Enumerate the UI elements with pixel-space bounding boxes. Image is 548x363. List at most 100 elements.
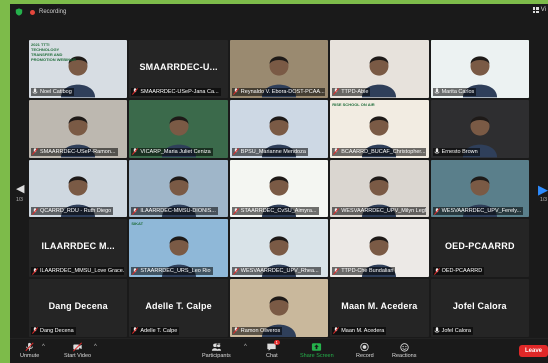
participant-name: Ramon Oliveros (240, 327, 281, 334)
muted-mic-icon (32, 267, 38, 275)
participant-name-tag: BPSU_Marianne Mendoza (231, 147, 308, 156)
muted-mic-icon (132, 267, 139, 275)
muted-mic-icon (333, 207, 340, 215)
page-indicator-left: 1/3 (16, 197, 23, 203)
participant-name-tag: TTPD-Che Bundalian (332, 267, 396, 276)
muted-mic-icon (433, 207, 440, 215)
participant-name: BPSU_Marianne Mendoza (240, 148, 306, 155)
chat-button[interactable]: 1 Chat (266, 340, 280, 359)
participant-tile[interactable]: WESVAARRDEC_UPV_Rhea... (229, 219, 329, 278)
view-button[interactable]: Vi (532, 7, 546, 13)
muted-mic-icon (132, 88, 139, 96)
start-video-label: Start Video (64, 353, 92, 359)
participant-tile[interactable]: WESVAARRDEC_UPV_Ferely... (430, 159, 529, 218)
participants-label: Participants (202, 353, 231, 359)
participant-tile[interactable]: ILAARRDEC M... ILAARRDEC_MMSU_Love Grace.… (29, 219, 128, 278)
participant-tile[interactable]: Ramon Oliveros (229, 279, 329, 337)
record-button[interactable]: Record (356, 342, 374, 359)
reactions-button[interactable]: Reactions (392, 342, 416, 359)
participant-name-tag: STAARRDEC_CvSU_Aimyra... (231, 207, 319, 216)
participant-name-tag: Ramon Oliveros (231, 326, 283, 335)
share-screen-label: Share Screen (300, 353, 334, 359)
participant-tile[interactable]: Adelle T. Calpe Adelle T. Calpe (129, 279, 228, 337)
participant-name-tag: WESVAARRDEC_UPV_Ferely... (432, 207, 524, 216)
participant-name-tag: Marita Carlos (432, 87, 477, 96)
participant-tile[interactable]: SMAARRDEC-U... SMAARRDEC-USeP-Jana Ca... (129, 40, 228, 98)
audio-options-caret-icon[interactable]: ^ (42, 344, 45, 350)
participant-name: Noel Catibog (40, 88, 72, 95)
participant-name-tag: Ernesto Brown (432, 147, 480, 156)
leave-button[interactable]: Leave (518, 345, 548, 357)
participant-tile[interactable]: QCARRD_RDU - Ruth Diego (29, 159, 128, 218)
participant-name-tag: Noel Catibog (31, 87, 74, 96)
video-options-caret-icon[interactable]: ^ (94, 344, 97, 350)
participant-name-tag: Jofel Calora (432, 326, 473, 335)
muted-mic-icon (32, 327, 38, 335)
participant-tile[interactable]: Jofel Calora Jofel Calora (430, 279, 529, 337)
participant-name-tag: Maan M. Acedera (332, 326, 387, 335)
muted-mic-icon (32, 148, 38, 156)
muted-mic-icon (333, 88, 340, 96)
participants-options-caret-icon[interactable]: ^ (244, 344, 247, 350)
participant-tile[interactable]: BPSU_Marianne Mendoza (229, 99, 329, 158)
participant-name-tag: OED-PCAARRD (432, 267, 485, 276)
participant-name: ILAARRDEC_MMSU_Love Grace... (40, 268, 125, 275)
unmute-button[interactable]: Unmute (20, 342, 39, 359)
participant-name-tag: STAARRDEC_URS_Leo Rio (131, 267, 213, 276)
virtual-background-banner: SIKAT (131, 221, 144, 227)
participant-tile[interactable]: Ernesto Brown (430, 99, 529, 158)
muted-mic-icon (333, 148, 340, 156)
shield-icon[interactable] (15, 8, 23, 16)
participant-tile[interactable]: ILAARRDEC-MMSU-DIONIS... (129, 159, 228, 218)
prev-page-arrow-icon[interactable]: ◀ (16, 182, 24, 195)
participants-button[interactable]: 63 Participants (202, 342, 231, 359)
recording-label: Recording (39, 9, 67, 15)
share-screen-icon (312, 343, 322, 351)
participant-name: ILAARRDEC-MMSU-DIONIS... (140, 208, 216, 215)
participant-tile[interactable]: 2021 TTTI TECHNOLOGY TRANSFER AND PROMOT… (29, 40, 128, 98)
muted-mic-icon (132, 207, 139, 215)
zoom-window: Recording Vi 2021 TTTI TECHNOLOGY TRANSF… (10, 4, 548, 363)
mic-icon (434, 327, 440, 333)
share-screen-button[interactable]: Share Screen (300, 342, 334, 359)
reactions-icon (400, 343, 409, 352)
participant-name: Marita Carlos (441, 88, 475, 95)
participant-name: Maan M. Acedera (341, 327, 385, 334)
participant-tile[interactable]: Dang Decena Dang Decena (29, 279, 128, 337)
reactions-label: Reactions (392, 353, 417, 359)
participant-tile[interactable]: SIKAT STAARRDEC_URS_Leo Rio (129, 219, 228, 278)
muted-mic-icon (333, 327, 340, 335)
next-page-arrow-icon[interactable]: ▶ (538, 182, 548, 198)
participant-display-name: Maan M. Acedera (341, 301, 418, 312)
muted-mic-icon (132, 148, 139, 156)
participant-display-name: OED-PCAARRD (444, 241, 515, 252)
participant-tile[interactable]: STAARRDEC_CvSU_Aimyra... (229, 159, 329, 218)
participant-tile[interactable]: RISE SCHOOL ON AIR BCAARRD_BUCAF_Christop… (330, 99, 429, 158)
participant-tile[interactable]: TTPD-Che Bundalian (330, 219, 429, 278)
participants-count: 63 (215, 343, 221, 349)
participant-name: WESVAARRDEC_UPV_Ferely... (441, 208, 522, 215)
participant-tile[interactable]: SMAARRDEC-USeP-Ramon... (29, 99, 128, 158)
participant-display-name: Adelle T. Calpe (145, 301, 212, 312)
participant-tile[interactable]: WESVAARRDEC_UPV_Milyn Legh... (330, 159, 429, 218)
participant-tile[interactable]: Reynaldo V. Ebora-DOST-PCAA... (229, 40, 329, 98)
participant-tile[interactable]: Maan M. Acedera Maan M. Acedera (330, 279, 429, 337)
start-video-button[interactable]: Start Video (64, 342, 91, 359)
participant-tile[interactable]: TTPD-Abie (330, 40, 429, 98)
participant-display-name: Dang Decena (48, 301, 108, 312)
participant-name-tag: Adelle T. Calpe (131, 326, 180, 335)
muted-mic-icon (232, 267, 239, 275)
muted-mic-icon (32, 207, 38, 215)
participant-tile[interactable]: OED-PCAARRD OED-PCAARRD (430, 219, 529, 278)
participant-tile[interactable]: Marita Carlos (430, 40, 529, 98)
participant-tile[interactable]: VICARP_Maria Juliet Ceniza (129, 99, 228, 158)
record-icon (360, 342, 370, 352)
participant-name-tag: ILAARRDEC_MMSU_Love Grace... (31, 267, 125, 276)
participant-name: SMAARRDEC-USeP-Jana Ca... (140, 88, 219, 95)
recording-dot-icon (30, 9, 35, 15)
participant-display-name: ILAARRDEC M... (41, 241, 115, 252)
muted-mic-icon (433, 267, 440, 275)
participant-name: STAARRDEC_CvSU_Aimyra... (240, 208, 317, 215)
virtual-background-banner: 2021 TTTI TECHNOLOGY TRANSFER AND PROMOT… (31, 42, 76, 62)
mic-icon (32, 88, 38, 94)
